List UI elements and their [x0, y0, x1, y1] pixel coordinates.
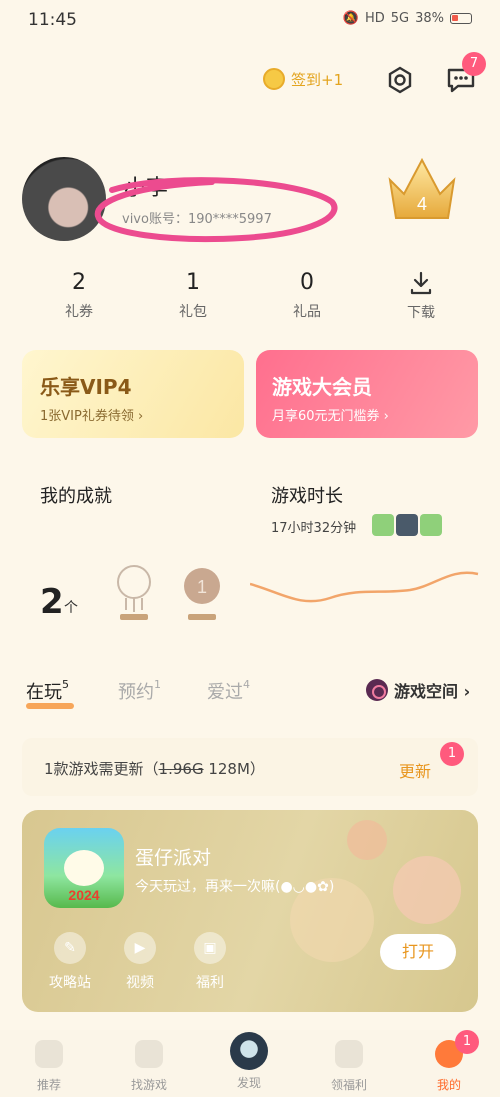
network-label: 5G [390, 11, 410, 26]
nav-label: 我的 [436, 1078, 461, 1092]
game-description: 今天玩过，再来一次嘛(●◡●✿) [135, 879, 335, 895]
status-icons: 🔕 HD 5G 38% [343, 11, 472, 26]
coin-icon [263, 68, 285, 90]
nav-recommend[interactable]: 推荐 [14, 1040, 84, 1093]
game-space-label: 游戏空间 › [394, 682, 471, 701]
stat-coupons[interactable]: 2 礼券 [34, 270, 124, 321]
game-space-link[interactable]: 游戏空间 › [366, 678, 470, 702]
stat-prizes[interactable]: 0 礼品 [262, 270, 352, 321]
stat-value: 0 [300, 270, 314, 295]
nav-welfare[interactable]: 领福利 [314, 1040, 384, 1093]
nav-discover[interactable]: 发现 [214, 1032, 284, 1091]
achievements-unit: 个 [64, 600, 78, 616]
open-game-button[interactable]: 打开 [380, 934, 456, 970]
update-text: 1款游戏需更新（1.96G 128M） [44, 758, 265, 779]
game-app-icon[interactable]: 2024 [44, 828, 124, 908]
update-button[interactable]: 更新 [399, 758, 431, 782]
status-time: 11:45 [28, 10, 77, 30]
welfare-icon [335, 1040, 363, 1068]
tab-count: 4 [243, 678, 250, 691]
tab-count: 5 [62, 678, 69, 691]
svg-text:1: 1 [197, 577, 207, 597]
nav-label: 找游戏 [130, 1078, 167, 1092]
play-icon: ▶ [124, 932, 156, 964]
game-name: 蛋仔派对 [135, 847, 212, 869]
gift-icon: ▣ [194, 932, 226, 964]
update-old-size: 1.96G [158, 760, 204, 778]
tab-playing[interactable]: 在玩5 [26, 678, 69, 704]
active-tab-indicator [26, 703, 74, 709]
discover-avatar-icon [230, 1032, 268, 1070]
stat-label: 礼品 [293, 304, 321, 320]
hd-icon: HD [364, 11, 385, 26]
battery-percent: 38% [415, 11, 444, 26]
member-title: 游戏大会员 [272, 375, 372, 399]
action-label: 福利 [196, 975, 224, 991]
stat-label: 礼包 [179, 304, 207, 320]
svg-text:2024: 2024 [68, 887, 99, 903]
achievements-count: 2 [40, 582, 64, 622]
nav-find-games[interactable]: 找游戏 [114, 1040, 184, 1093]
find-games-icon [135, 1040, 163, 1068]
tab-label: 爱过 [207, 682, 243, 703]
game-thumb-icon [420, 514, 442, 536]
nav-label: 发现 [236, 1076, 261, 1090]
checkin-button[interactable]: 签到+1 [263, 68, 343, 90]
dreamcatcher-badge-icon[interactable] [112, 562, 156, 622]
game-thumb-icon [396, 514, 418, 536]
medal-badge-icon[interactable]: 1 [180, 562, 224, 622]
tab-label: 预约 [118, 682, 154, 703]
game-thumb-icon [372, 514, 394, 536]
message-badge: 7 [462, 52, 486, 76]
battery-icon [450, 13, 472, 24]
tab-loved[interactable]: 爱过4 [207, 678, 250, 704]
stat-value: 2 [72, 270, 86, 295]
download-label: 下载 [407, 305, 435, 321]
video-button[interactable]: ▶ 视频 [110, 932, 170, 992]
pen-icon: ✎ [54, 932, 86, 964]
stat-label: 礼券 [65, 304, 93, 320]
nav-label: 领福利 [330, 1078, 367, 1092]
vip-crown-icon[interactable]: 4 [382, 152, 462, 232]
pink-scribble-annotation [94, 177, 338, 243]
game-space-logo-icon [366, 679, 388, 701]
mute-icon: 🔕 [342, 11, 359, 26]
tab-reserved[interactable]: 预约1 [118, 678, 161, 704]
stat-value: 1 [186, 270, 200, 295]
settings-gear-icon[interactable] [386, 66, 414, 94]
vip-level-number: 4 [417, 194, 427, 214]
tab-count: 1 [154, 678, 161, 691]
stat-gift-packs[interactable]: 1 礼包 [148, 270, 238, 321]
download-button[interactable]: 下载 [376, 270, 466, 322]
eggy-party-icon: 2024 [64, 850, 104, 903]
update-prefix: 1款游戏需更新（ [44, 760, 159, 778]
nav-label: 推荐 [36, 1078, 61, 1092]
vip-subtitle: 1张VIP礼券待领 › [40, 409, 144, 424]
member-subtitle: 月享60元无门槛券 › [272, 409, 389, 424]
download-icon [410, 271, 432, 295]
action-label: 攻略站 [49, 975, 91, 991]
update-new-size: 128M） [203, 760, 265, 778]
playtime-value: 17小时32分钟 [271, 521, 357, 536]
achievements-title[interactable]: 我的成就 [40, 482, 112, 508]
checkin-label: 签到+1 [291, 70, 344, 89]
welfare-button[interactable]: ▣ 福利 [180, 932, 240, 992]
guide-button[interactable]: ✎ 攻略站 [40, 932, 100, 992]
update-badge: 1 [440, 742, 464, 766]
vip-title: 乐享VIP4 [40, 375, 132, 399]
playtime-trend-line [250, 571, 479, 603]
nav-mine-badge: 1 [455, 1030, 479, 1054]
action-label: 视频 [126, 975, 154, 991]
tab-label: 在玩 [26, 682, 62, 703]
recommend-icon [35, 1040, 63, 1068]
playtime-title[interactable]: 游戏时长 [271, 482, 343, 508]
